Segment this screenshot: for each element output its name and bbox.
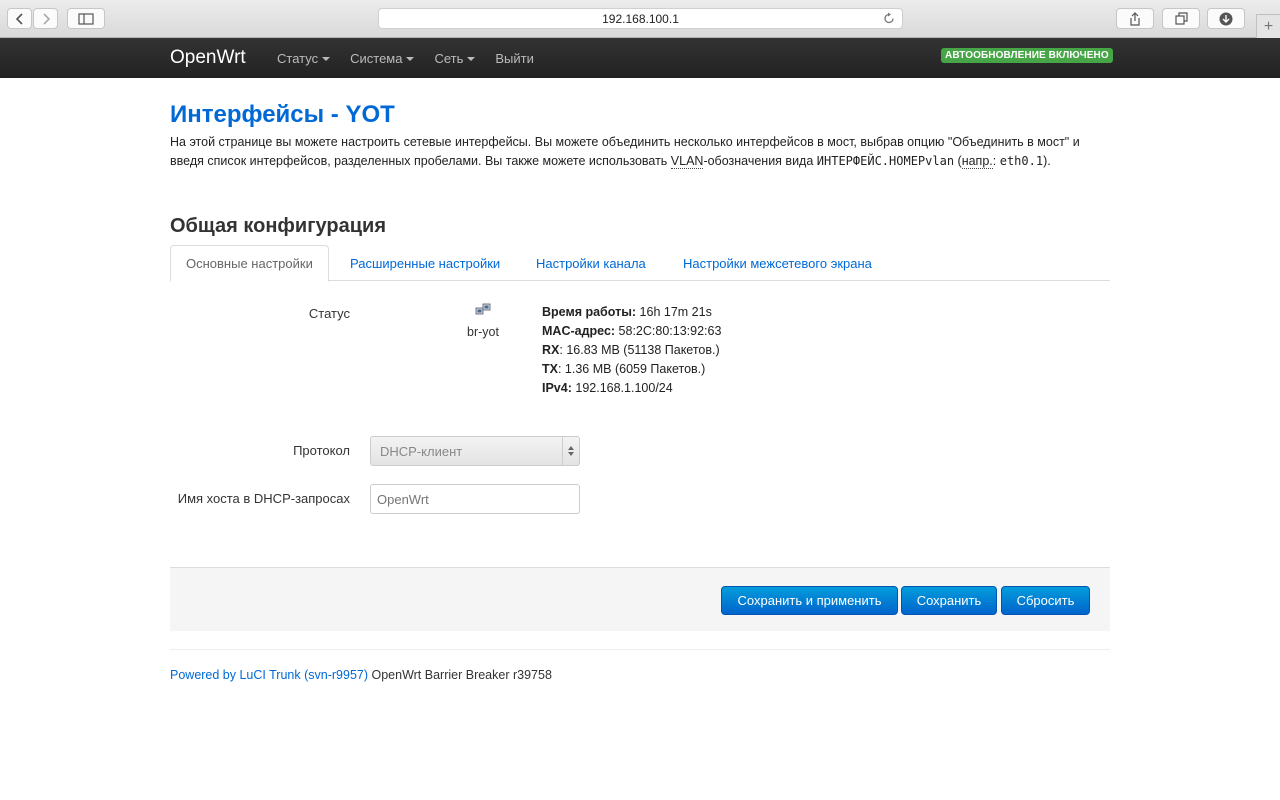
vlan-abbr: VLAN	[670, 154, 704, 169]
protocol-value: DHCP-клиент	[380, 443, 463, 459]
footer: Powered by LuCI Trunk (svn-r9957) OpenWr…	[170, 668, 552, 682]
network-bridge-icon	[475, 303, 491, 315]
main-menu: Статус Система Сеть Выйти	[277, 38, 554, 78]
tx-row: TX: 1.36 MB (6059 Пакетов.)	[542, 360, 721, 379]
rx-row: RX: 16.83 MB (51138 Пакетов.)	[542, 341, 721, 360]
tx-label: TX	[542, 362, 558, 376]
example-abbr: напр.	[961, 154, 993, 169]
forward-icon	[42, 12, 50, 25]
hostname-label: Имя хоста в DHCP-запросах	[177, 491, 350, 506]
uptime-value: 16h 17m 21s	[639, 305, 712, 319]
share-icon	[1130, 11, 1140, 26]
menu-system[interactable]: Система	[350, 50, 415, 66]
config-tabs: Основные настройки Расширенные настройки…	[170, 245, 1110, 282]
caret-down-icon	[406, 56, 415, 61]
luci-link[interactable]: Powered by LuCI Trunk (svn-r9957)	[170, 668, 368, 682]
uptime-row: Время работы: 16h 17m 21s	[542, 303, 721, 322]
mac-value: 58:2C:80:13:92:63	[618, 324, 722, 338]
desc-text: ).	[1043, 154, 1051, 168]
new-tab-icon[interactable]: +	[1256, 14, 1280, 38]
menu-network-label: Сеть	[434, 50, 464, 66]
back-icon	[15, 12, 23, 25]
protocol-select[interactable]: DHCP-клиент	[370, 436, 580, 466]
back-button[interactable]	[7, 8, 32, 29]
sidebar-button[interactable]	[67, 8, 105, 29]
menu-status[interactable]: Статус	[277, 50, 331, 66]
interface-name: br-yot	[467, 325, 499, 339]
autoupdate-badge[interactable]: АВТООБНОВЛЕНИЕ ВКЛЮЧЕНО	[941, 48, 1113, 63]
desc-code: eth0.1	[999, 154, 1044, 168]
protocol-label: Протокол	[293, 443, 350, 458]
sidebar-icon	[78, 12, 94, 25]
footer-divider	[170, 649, 1110, 650]
desc-code: ИНТЕРФЕЙС.НОМЕРvlan	[816, 154, 955, 168]
section-title: Общая конфигурация	[170, 215, 387, 237]
tabs-button[interactable]	[1162, 8, 1200, 29]
ipv4-row: IPv4: 192.168.1.100/24	[542, 379, 721, 398]
page-description: На этой странице вы можете настроить сет…	[170, 133, 1110, 171]
tab-firewall[interactable]: Настройки межсетевого экрана	[668, 245, 887, 281]
tabs-icon	[1174, 12, 1188, 25]
browser-toolbar: 192.168.100.1 +	[0, 0, 1280, 38]
tx-value: : 1.36 MB (6059 Пакетов.)	[557, 362, 706, 376]
mac-label: MAC-адрес:	[542, 324, 616, 338]
caret-down-icon	[322, 56, 331, 61]
caret-down-icon	[467, 56, 476, 61]
desc-text: :	[992, 154, 1000, 168]
interface-stats: Время работы: 16h 17m 21s MAC-адрес: 58:…	[542, 303, 721, 398]
hostname-input[interactable]	[370, 484, 580, 514]
address-bar[interactable]: 192.168.100.1	[378, 8, 903, 29]
action-bar: Сохранить и применить Сохранить Сбросить	[170, 567, 1110, 631]
select-arrows-icon	[562, 437, 579, 465]
reload-icon[interactable]	[883, 12, 895, 28]
tab-general[interactable]: Основные настройки	[170, 245, 329, 282]
brand-logo[interactable]: OpenWrt	[170, 47, 246, 69]
save-apply-button[interactable]: Сохранить и применить	[721, 586, 898, 615]
menu-logout[interactable]: Выйти	[495, 51, 534, 66]
ipv4-value: 192.168.1.100/24	[575, 381, 673, 395]
tab-physical[interactable]: Настройки канала	[521, 245, 661, 281]
reset-button[interactable]: Сбросить	[1001, 586, 1090, 615]
menu-system-label: Система	[350, 50, 403, 66]
forward-button[interactable]	[33, 8, 58, 29]
url-text: 192.168.100.1	[602, 11, 679, 26]
desc-text: (	[954, 154, 962, 168]
share-button[interactable]	[1116, 8, 1154, 29]
uptime-label: Время работы:	[542, 305, 637, 319]
menu-logout-label: Выйти	[495, 50, 534, 66]
menu-status-label: Статус	[277, 50, 319, 66]
status-label: Статус	[308, 306, 350, 321]
footer-version: OpenWrt Barrier Breaker r39758	[368, 668, 552, 682]
desc-text: -обозначения вида	[703, 154, 817, 168]
navbar: OpenWrt Статус Система Сеть Выйти АВТООБ…	[0, 38, 1280, 78]
tab-advanced[interactable]: Расширенные настройки	[335, 245, 515, 281]
downloads-button[interactable]	[1207, 8, 1245, 29]
save-button[interactable]: Сохранить	[901, 586, 997, 615]
mac-row: MAC-адрес: 58:2C:80:13:92:63	[542, 322, 721, 341]
rx-label: RX	[542, 343, 560, 357]
ipv4-label: IPv4:	[542, 381, 572, 395]
downloads-icon	[1219, 12, 1233, 25]
page-title: Интерфейсы - YOT	[170, 101, 395, 128]
rx-value: : 16.83 MB (51138 Пакетов.)	[559, 343, 720, 357]
menu-network[interactable]: Сеть	[434, 50, 476, 66]
